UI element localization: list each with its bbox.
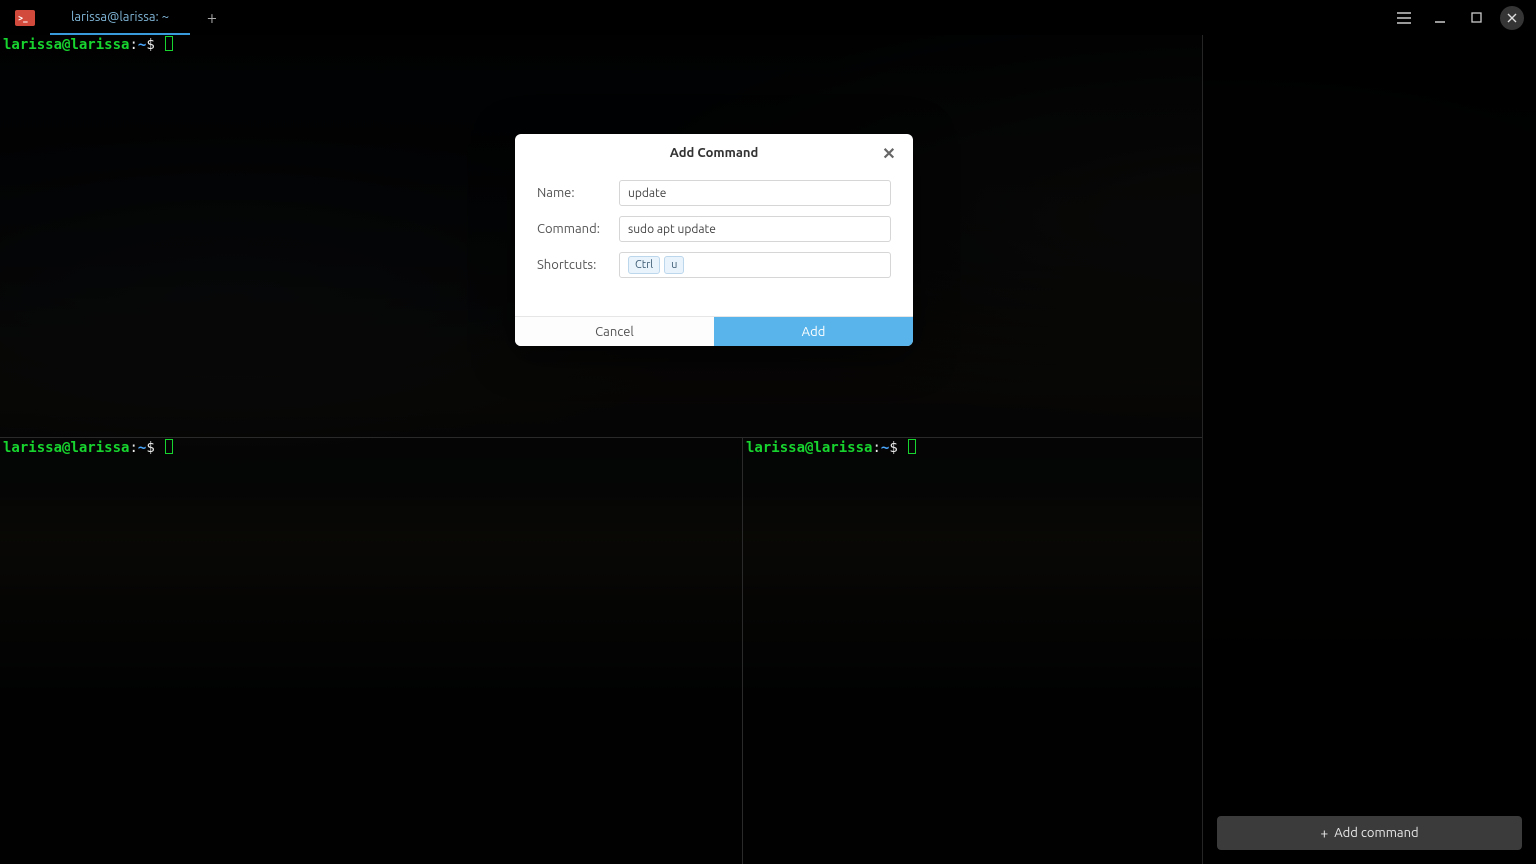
cursor (165, 439, 173, 454)
prompt-colon: : (872, 440, 880, 456)
shortcuts-field[interactable]: Ctrl u (619, 252, 891, 278)
dialog-close-button[interactable]: ✕ (875, 134, 903, 172)
terminal-pane-bottom-right[interactable]: larissa@larissa:~$ (742, 437, 1202, 864)
dialog-title: Add Command (670, 146, 759, 160)
prompt-colon: : (129, 37, 137, 53)
plus-icon: + (1320, 825, 1328, 841)
add-command-button[interactable]: + Add command (1217, 816, 1522, 850)
tab-active[interactable]: larissa@larissa: ~ (50, 0, 190, 35)
terminal-pane-bottom-left[interactable]: larissa@larissa:~$ (0, 437, 742, 864)
maximize-button[interactable] (1458, 0, 1494, 35)
cancel-label: Cancel (595, 325, 634, 339)
close-button[interactable] (1500, 6, 1524, 30)
command-value: sudo apt update (628, 223, 716, 236)
form-row-shortcuts: Shortcuts: Ctrl u (537, 252, 891, 278)
name-field[interactable]: update (619, 180, 891, 206)
hamburger-menu-button[interactable] (1386, 0, 1422, 35)
form-row-name: Name: update (537, 180, 891, 206)
label-name: Name: (537, 186, 619, 200)
plus-icon: + (207, 8, 217, 28)
name-value: update (628, 187, 666, 200)
commands-sidebar: + Add command (1202, 35, 1536, 864)
command-field[interactable]: sudo apt update (619, 216, 891, 242)
titlebar-spacer (234, 0, 1386, 35)
prompt-host: larissa (813, 440, 872, 456)
form-row-command: Command: sudo apt update (537, 216, 891, 242)
prompt-dollar: $ (889, 440, 897, 456)
prompt-line: larissa@larissa:~$ (743, 438, 1202, 457)
minimize-icon (1434, 12, 1446, 24)
prompt-user: larissa (3, 440, 62, 456)
close-icon (1507, 13, 1517, 23)
prompt-dollar: $ (146, 37, 154, 53)
prompt-line: larissa@larissa:~$ (0, 438, 742, 457)
cancel-button[interactable]: Cancel (515, 317, 714, 346)
close-icon: ✕ (882, 144, 895, 163)
dialog-footer: Cancel Add (515, 316, 913, 346)
prompt-colon: : (129, 440, 137, 456)
prompt-user: larissa (3, 37, 62, 53)
label-command: Command: (537, 222, 619, 236)
prompt-host: larissa (70, 37, 129, 53)
cursor (908, 439, 916, 454)
add-label: Add (802, 325, 826, 339)
prompt-dollar: $ (146, 440, 154, 456)
maximize-icon (1471, 12, 1482, 23)
minimize-button[interactable] (1422, 0, 1458, 35)
shortcut-key: u (664, 256, 684, 274)
dialog-body: Name: update Command: sudo apt update Sh… (515, 172, 913, 316)
hamburger-icon (1397, 12, 1411, 24)
new-tab-button[interactable]: + (190, 0, 234, 35)
label-shortcuts: Shortcuts: (537, 258, 619, 272)
prompt-host: larissa (70, 440, 129, 456)
add-command-dialog: Add Command ✕ Name: update Command: sudo… (515, 134, 913, 346)
cursor (165, 36, 173, 51)
tab-label: larissa@larissa: ~ (71, 10, 169, 24)
titlebar: >_ larissa@larissa: ~ + (0, 0, 1536, 35)
prompt-line: larissa@larissa:~$ (0, 35, 1202, 54)
add-command-label: Add command (1334, 826, 1418, 840)
terminal-icon: >_ (15, 10, 35, 26)
shortcut-key: Ctrl (628, 256, 660, 274)
tab-app-icon[interactable]: >_ (0, 0, 50, 35)
add-button[interactable]: Add (714, 317, 913, 346)
window-controls (1386, 0, 1536, 35)
dialog-header: Add Command ✕ (515, 134, 913, 172)
prompt-user: larissa (746, 440, 805, 456)
